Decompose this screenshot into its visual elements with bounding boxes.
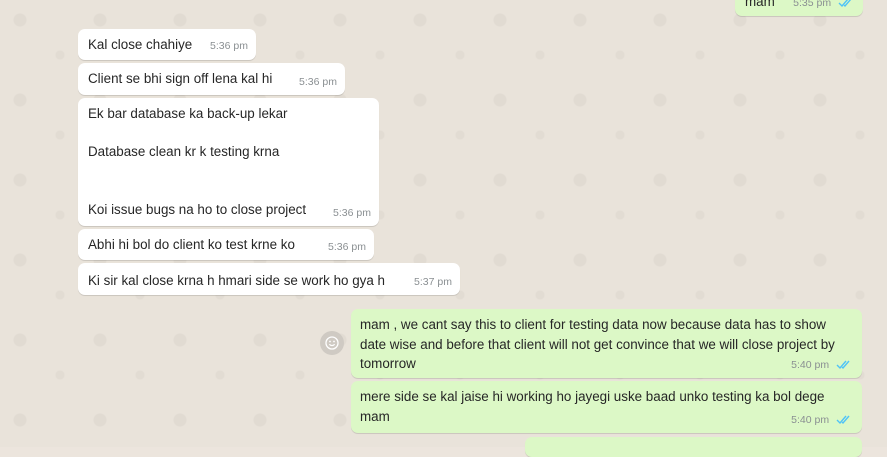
message-bubble-incoming[interactable]: Ek bar database ka back-up lekar Databas… [78,98,379,226]
message-text: mam , we cant say this to client for tes… [360,317,839,371]
message-time: 5:36 pm [299,76,337,88]
message-text: mam [745,0,775,9]
double-check-icon [838,0,852,8]
smiley-icon[interactable] [320,331,344,355]
message-bubble-incoming[interactable]: Kal close chahiye 5:36 pm [78,29,256,60]
message-text: mere side se kal jaise hi working ho jay… [360,389,829,424]
message-text: Kal close chahiye [88,37,193,52]
message-text: Abhi hi bol do client ko test krne ko [88,237,295,252]
message-bubble-incoming[interactable]: Client se bhi sign off lena kal hi 5:36 … [78,63,345,95]
double-check-icon [836,360,850,370]
message-time: 5:36 pm [210,40,248,52]
message-time: 5:35 pm [793,0,854,13]
message-time: 5:36 pm [333,207,371,219]
message-time: 5:36 pm [328,241,366,253]
message-bubble-incoming[interactable]: Abhi hi bol do client ko test krne ko 5:… [78,229,374,260]
message-text: Client se bhi sign off lena kal hi [88,71,273,86]
message-time: 5:40 pm [791,411,852,430]
message-time: 5:37 pm [414,276,452,288]
message-bubble-outgoing[interactable] [525,437,862,457]
message-time: 5:40 pm [791,356,852,375]
message-text: Ek bar database ka back-up lekar Databas… [88,106,307,218]
double-check-icon [836,415,850,425]
message-bubble-outgoing[interactable]: mam 5:35 pm [735,0,863,16]
message-bubble-incoming[interactable]: Ki sir kal close krna h hmari side se wo… [78,263,460,295]
message-bubble-outgoing[interactable]: mere side se kal jaise hi working ho jay… [351,381,862,433]
message-text: Ki sir kal close krna h hmari side se wo… [88,273,385,288]
message-bubble-outgoing[interactable]: mam , we cant say this to client for tes… [351,309,862,378]
